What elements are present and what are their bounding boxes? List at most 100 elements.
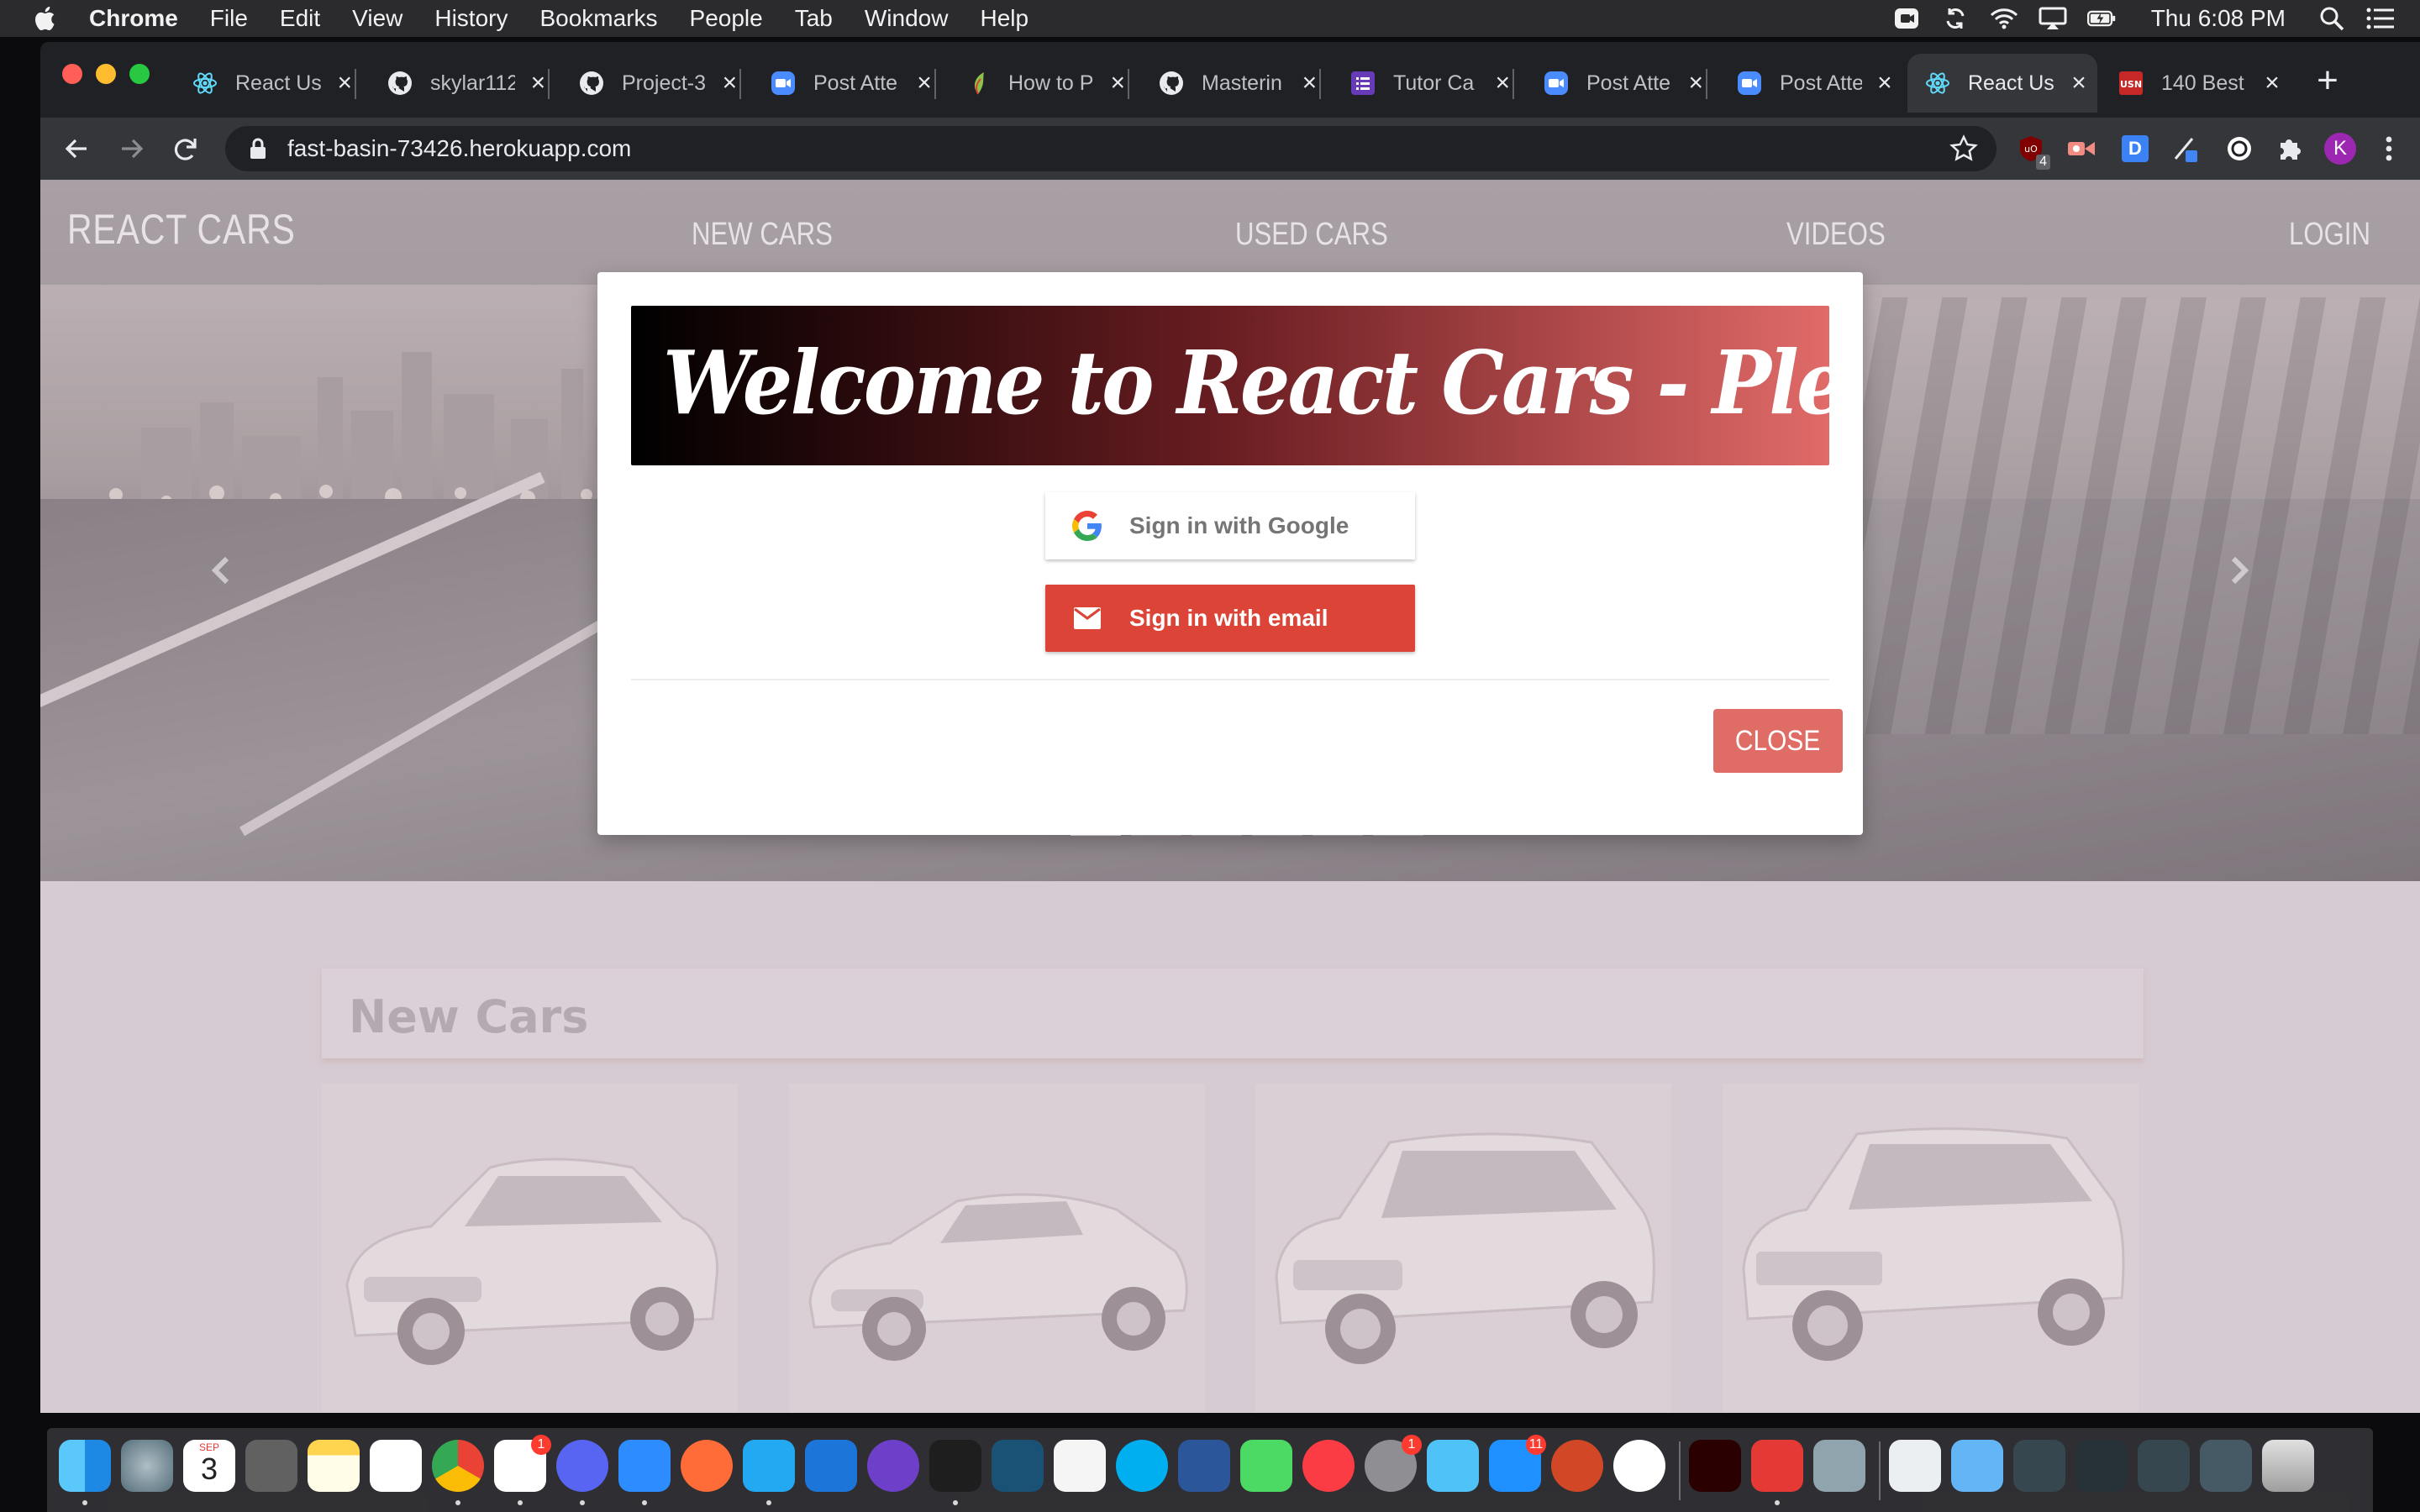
minimized-window-icon[interactable] bbox=[2138, 1440, 2190, 1492]
screen-record-icon[interactable] bbox=[1892, 6, 1921, 31]
window-minimize-button[interactable] bbox=[96, 64, 116, 84]
tab-close-icon[interactable]: × bbox=[1491, 71, 1514, 96]
browser-tab[interactable]: How to P × bbox=[948, 54, 1129, 113]
tab-close-icon[interactable]: × bbox=[1298, 71, 1321, 96]
browser-tab[interactable]: skylar112 × bbox=[370, 54, 550, 113]
apple-icon[interactable] bbox=[32, 4, 60, 33]
chrome-menu-icon[interactable] bbox=[2373, 133, 2405, 165]
back-button[interactable] bbox=[59, 131, 94, 166]
browser-tab[interactable]: Post Atte × bbox=[1719, 54, 1896, 113]
menu-edit[interactable]: Edit bbox=[280, 5, 320, 32]
tab-close-icon[interactable]: × bbox=[913, 71, 936, 96]
skype-icon[interactable] bbox=[1116, 1440, 1168, 1492]
flash-player-icon[interactable] bbox=[1689, 1440, 1741, 1492]
music-icon[interactable] bbox=[1302, 1440, 1355, 1492]
word-icon[interactable] bbox=[1178, 1440, 1230, 1492]
new-tab-button[interactable]: + bbox=[2309, 62, 2346, 101]
lock-icon[interactable] bbox=[245, 136, 271, 161]
slack-icon[interactable]: 1 bbox=[494, 1435, 551, 1492]
preview-icon[interactable] bbox=[1813, 1440, 1865, 1492]
browser-tab[interactable]: Project-3 × bbox=[561, 54, 741, 113]
window-zoom-button[interactable] bbox=[129, 64, 150, 84]
mysql-workbench-icon[interactable] bbox=[992, 1440, 1044, 1492]
spotlight-search-icon[interactable] bbox=[2317, 6, 2346, 31]
discord-icon[interactable] bbox=[556, 1440, 608, 1492]
github-desktop-icon[interactable] bbox=[867, 1440, 919, 1492]
browser-tab[interactable]: React Us × bbox=[1907, 54, 2097, 113]
postman-icon[interactable] bbox=[681, 1440, 733, 1492]
browser-tab[interactable]: Post Atte × bbox=[753, 54, 936, 113]
tab-close-icon[interactable]: × bbox=[527, 71, 550, 96]
pdf-expert-icon[interactable] bbox=[1751, 1440, 1803, 1492]
reload-button[interactable] bbox=[168, 131, 203, 166]
minimized-window-icon[interactable] bbox=[2200, 1440, 2252, 1492]
menubar-clock[interactable]: Thu 6:08 PM bbox=[2151, 5, 2286, 32]
icloud-icon[interactable] bbox=[1427, 1440, 1479, 1492]
notes-icon[interactable] bbox=[308, 1440, 360, 1492]
menu-help[interactable]: Help bbox=[980, 5, 1028, 32]
address-bar[interactable]: fast-basin-73426.herokuapp.com bbox=[225, 126, 1996, 171]
airplay-icon[interactable] bbox=[2039, 6, 2067, 31]
menu-people[interactable]: People bbox=[690, 5, 763, 32]
downloads-folder-icon[interactable] bbox=[1951, 1440, 2003, 1492]
pen-extension-icon[interactable] bbox=[2170, 133, 2202, 165]
menu-app-name[interactable]: Chrome bbox=[89, 5, 178, 32]
sign-in-google-button[interactable]: Sign in with Google bbox=[1045, 492, 1415, 559]
browser-tab[interactable]: Post Atte × bbox=[1526, 54, 1707, 113]
menu-window[interactable]: Window bbox=[865, 5, 949, 32]
window-close-button[interactable] bbox=[62, 64, 82, 84]
circle-extension-icon[interactable] bbox=[2223, 133, 2255, 165]
browser-tab[interactable]: Tutor Ca × bbox=[1333, 54, 1514, 113]
dashlane-extension-icon[interactable]: D bbox=[2119, 133, 2151, 165]
powerpoint-icon[interactable] bbox=[1551, 1440, 1603, 1492]
app-store-icon[interactable]: 11 bbox=[1489, 1435, 1546, 1492]
finder-icon[interactable] bbox=[59, 1440, 111, 1492]
tab-close-icon[interactable]: × bbox=[718, 71, 741, 96]
tab-close-icon[interactable]: × bbox=[2260, 71, 2284, 96]
reminders-icon[interactable] bbox=[370, 1440, 422, 1492]
menu-history[interactable]: History bbox=[434, 5, 508, 32]
notification-center-icon[interactable] bbox=[2366, 6, 2395, 31]
address-bar-url[interactable]: fast-basin-73426.herokuapp.com bbox=[287, 135, 631, 162]
mongodb-compass-icon[interactable] bbox=[1613, 1440, 1665, 1492]
zoom-app-icon[interactable] bbox=[618, 1440, 671, 1492]
browser-tab[interactable]: Masterin × bbox=[1141, 54, 1321, 113]
close-modal-button[interactable]: CLOSE bbox=[1713, 709, 1843, 773]
wifi-icon[interactable] bbox=[1990, 6, 2018, 31]
vscode-icon[interactable] bbox=[743, 1440, 795, 1492]
ublock-extension-icon[interactable]: uO 4 bbox=[2015, 133, 2050, 170]
login-modal: Welcome to React Cars - Please log in Si… bbox=[597, 272, 1863, 835]
profile-avatar[interactable]: K bbox=[2324, 133, 2356, 165]
xcode-icon[interactable] bbox=[805, 1440, 857, 1492]
textedit-icon[interactable] bbox=[1054, 1440, 1106, 1492]
tab-close-icon[interactable]: × bbox=[1684, 71, 1707, 96]
sign-in-email-button[interactable]: Sign in with email bbox=[1045, 585, 1415, 652]
menu-file[interactable]: File bbox=[210, 5, 248, 32]
launchpad-icon[interactable] bbox=[121, 1440, 173, 1492]
browser-tab[interactable]: React Us × bbox=[175, 54, 356, 113]
screencastify-extension-icon[interactable] bbox=[2065, 133, 2097, 165]
terminal-icon[interactable] bbox=[929, 1440, 981, 1492]
chrome-icon[interactable] bbox=[432, 1440, 484, 1492]
tab-close-icon[interactable]: × bbox=[1106, 71, 1129, 96]
menu-bookmarks[interactable]: Bookmarks bbox=[539, 5, 657, 32]
minimized-window-icon[interactable] bbox=[2075, 1440, 2128, 1492]
calculator-icon[interactable] bbox=[245, 1440, 297, 1492]
trash-icon[interactable] bbox=[2262, 1440, 2314, 1492]
minimized-window-icon[interactable] bbox=[2013, 1440, 2065, 1492]
menu-tab[interactable]: Tab bbox=[795, 5, 833, 32]
document-stack-icon[interactable] bbox=[1889, 1440, 1941, 1492]
extensions-puzzle-icon[interactable] bbox=[2274, 133, 2306, 165]
tab-close-icon[interactable]: × bbox=[2067, 71, 2091, 96]
sync-icon[interactable] bbox=[1941, 6, 1970, 31]
system-preferences-icon[interactable]: 1 bbox=[1365, 1435, 1422, 1492]
bookmark-star-icon[interactable] bbox=[1949, 134, 1978, 163]
menu-view[interactable]: View bbox=[352, 5, 402, 32]
facetime-icon[interactable] bbox=[1240, 1440, 1292, 1492]
forward-button[interactable] bbox=[114, 131, 150, 166]
tab-close-icon[interactable]: × bbox=[333, 71, 356, 96]
tab-close-icon[interactable]: × bbox=[1874, 71, 1896, 96]
battery-icon[interactable] bbox=[2086, 6, 2116, 31]
calendar-icon[interactable]: SEP 3 bbox=[183, 1440, 235, 1492]
browser-tab[interactable]: USN 140 Best × bbox=[2101, 54, 2294, 113]
